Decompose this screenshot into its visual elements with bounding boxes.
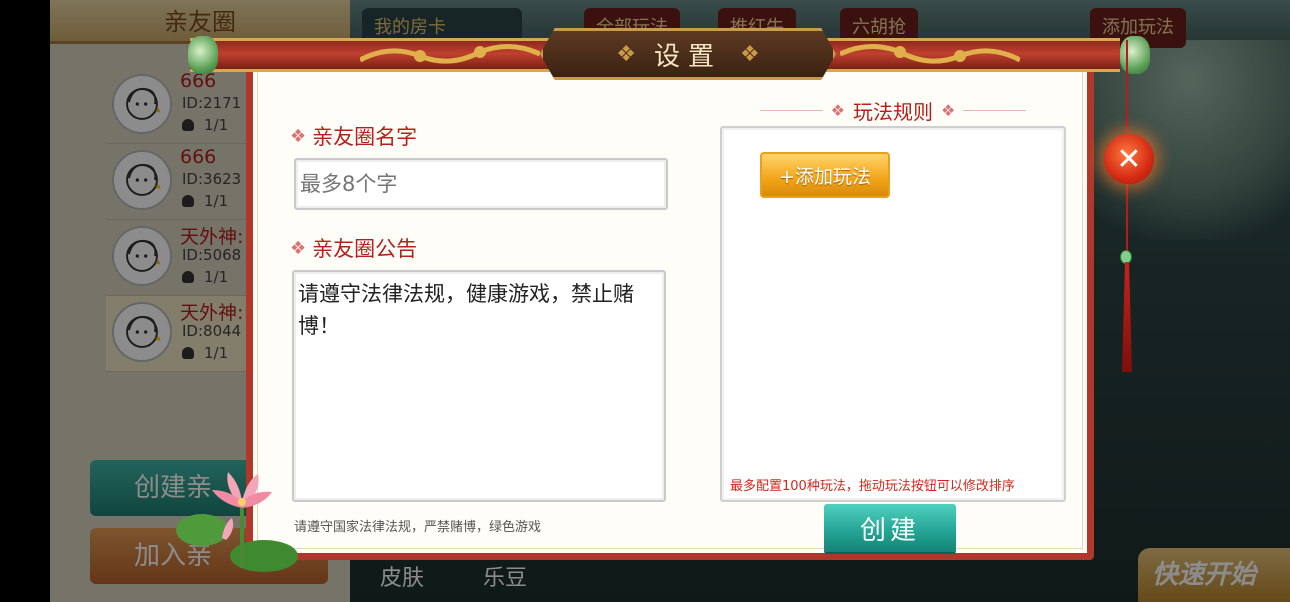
quick-start-button[interactable]: 快速开始: [1138, 548, 1290, 602]
tab-beans[interactable]: 乐豆: [483, 566, 527, 591]
bottom-tabs: 皮肤 乐豆: [380, 560, 579, 592]
avatar: [112, 302, 172, 362]
create-button[interactable]: 创建: [824, 504, 956, 552]
circle-id: ID:8044: [182, 322, 242, 340]
circle-name-input[interactable]: [294, 158, 668, 210]
circle-id: ID:5068: [182, 246, 242, 264]
avatar: [112, 150, 172, 210]
person-icon: [182, 195, 194, 207]
close-button[interactable]: ✕: [1104, 134, 1154, 184]
circle-id: ID:2171: [182, 94, 242, 112]
circle-name: 天外神:: [180, 302, 244, 324]
add-rule-button[interactable]: +添加玩法: [760, 152, 890, 198]
person-icon: [182, 119, 194, 131]
dialog-title: 设置: [653, 41, 722, 72]
jade-knob-icon: [1120, 36, 1150, 74]
knot-ornament-icon: ❖: [830, 100, 845, 120]
cloud-ornament-icon: [840, 44, 1020, 64]
person-icon: [182, 347, 194, 359]
avatar: [112, 74, 172, 134]
circle-name: 天外神:: [180, 226, 244, 248]
compliance-hint: 请遵守国家法律法规，严禁赌博，绿色游戏: [294, 520, 542, 535]
knot-ornament-icon: ❖: [290, 125, 307, 147]
cloud-ornament-icon: [360, 44, 540, 64]
knot-ornament-icon: ❖: [740, 41, 760, 67]
member-count: 1/1: [182, 268, 228, 286]
knot-ornament-icon: ❖: [616, 41, 636, 67]
member-count: 1/1: [182, 344, 228, 362]
person-icon: [182, 271, 194, 283]
jade-knob-icon: [188, 36, 218, 74]
member-count: 1/1: [182, 192, 228, 210]
rules-section-title: ❖ 玩法规则 ❖: [760, 96, 1026, 124]
circle-notice-label: ❖ 亲友圈公告: [290, 237, 418, 261]
circle-name-label: ❖ 亲友圈名字: [290, 125, 418, 149]
circle-name: 666: [180, 146, 217, 168]
tab-skin[interactable]: 皮肤: [380, 566, 424, 591]
avatar: [112, 226, 172, 286]
circle-id: ID:3623: [182, 170, 242, 188]
dialog-title-plaque: ❖ 设置 ❖: [540, 28, 836, 80]
member-count: 1/1: [182, 116, 228, 134]
lotus-icon: [176, 472, 298, 572]
circle-notice-input[interactable]: [292, 270, 666, 502]
rules-hint: 最多配置100种玩法，拖动玩法按钮可以修改排序: [730, 479, 1015, 494]
knot-ornament-icon: ❖: [941, 100, 956, 120]
knot-ornament-icon: ❖: [290, 237, 307, 259]
jade-bead-icon: [1120, 250, 1132, 264]
